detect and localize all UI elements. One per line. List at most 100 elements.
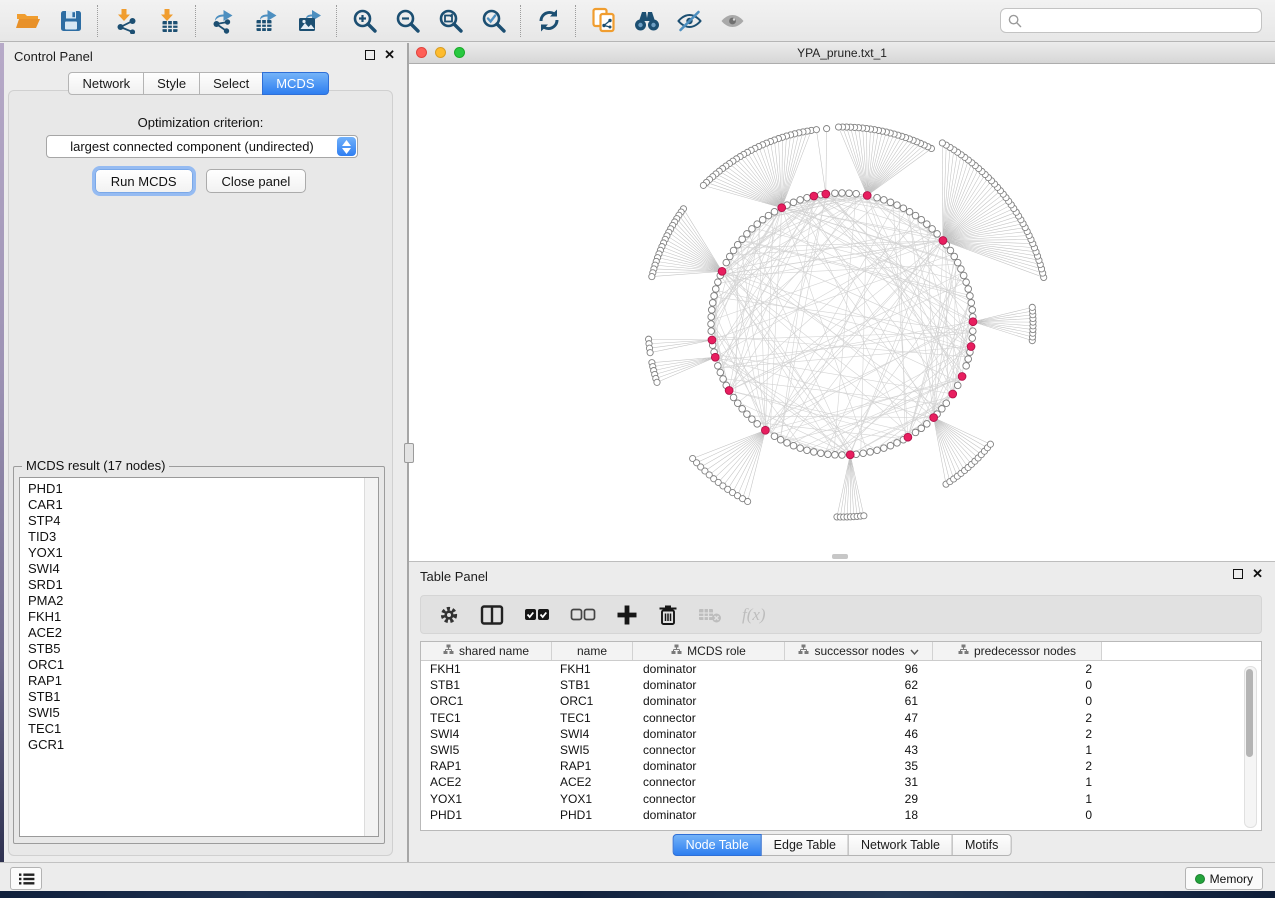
hide-selected-button[interactable] <box>668 3 711 39</box>
leaf-node[interactable] <box>861 513 867 519</box>
network-window-titlebar[interactable]: YPA_prune.txt_1 <box>409 43 1275 64</box>
ring-node[interactable] <box>968 300 975 307</box>
open-file-button[interactable] <box>6 3 49 39</box>
ring-node[interactable] <box>790 199 797 206</box>
ring-node[interactable] <box>960 272 967 279</box>
ring-node[interactable] <box>771 208 778 215</box>
mcds-result-item[interactable]: FKH1 <box>20 609 378 625</box>
column-header-predecessor-nodes[interactable]: predecessor nodes <box>933 642 1102 660</box>
ring-node[interactable] <box>832 190 839 197</box>
ring-node[interactable] <box>797 445 804 452</box>
mcds-result-item[interactable]: TID3 <box>20 529 378 545</box>
ring-node[interactable] <box>874 194 881 201</box>
tab-style[interactable]: Style <box>143 72 200 95</box>
save-session-button[interactable] <box>49 3 92 39</box>
leaf-node[interactable] <box>654 379 660 385</box>
ring-node[interactable] <box>720 376 727 383</box>
table-row[interactable]: RAP1RAP1dominator352 <box>421 758 1261 774</box>
ring-node[interactable] <box>730 394 737 401</box>
table-scrollbar[interactable] <box>1244 666 1257 828</box>
export-image-button[interactable] <box>288 3 331 39</box>
ring-node[interactable] <box>918 425 925 432</box>
ring-node[interactable] <box>963 279 970 286</box>
ring-node[interactable] <box>717 369 724 376</box>
mcds-result-item[interactable]: PHD1 <box>20 481 378 497</box>
ring-node[interactable] <box>712 286 719 293</box>
column-header-shared-name[interactable]: shared name <box>421 642 552 660</box>
ring-node[interactable] <box>726 253 733 260</box>
import-network-button[interactable] <box>104 3 147 39</box>
import-table-button[interactable] <box>147 3 190 39</box>
mcds-result-item[interactable]: PMA2 <box>20 593 378 609</box>
ring-node[interactable] <box>839 190 846 197</box>
ring-node[interactable] <box>846 190 853 197</box>
criterion-select[interactable]: largest connected component (undirected) <box>46 135 358 158</box>
ring-node[interactable] <box>754 421 761 428</box>
ring-node[interactable] <box>969 335 976 342</box>
export-table-button[interactable] <box>245 3 288 39</box>
float-panel-icon[interactable] <box>365 50 375 60</box>
ring-node[interactable] <box>967 293 974 300</box>
tab-edge-table[interactable]: Edge Table <box>761 834 849 856</box>
show-all-button[interactable] <box>711 3 754 39</box>
table-row[interactable]: FKH1FKH1dominator962 <box>421 661 1261 677</box>
table-row[interactable]: ORC1ORC1dominator610 <box>421 693 1261 709</box>
ring-node[interactable] <box>759 216 766 223</box>
ring-node[interactable] <box>929 226 936 233</box>
table-row[interactable]: SWI4SWI4dominator462 <box>421 726 1261 742</box>
ring-node[interactable] <box>839 452 846 459</box>
tab-motifs[interactable]: Motifs <box>952 834 1011 856</box>
ring-node[interactable] <box>939 406 946 413</box>
ring-node[interactable] <box>811 449 818 456</box>
mcds-result-item[interactable]: CAR1 <box>20 497 378 513</box>
leaf-node[interactable] <box>813 127 819 133</box>
mcds-hub-node[interactable] <box>846 451 854 459</box>
table-float-panel-icon[interactable] <box>1233 569 1243 579</box>
leaf-node[interactable] <box>745 498 751 504</box>
tab-network-table[interactable]: Network Table <box>848 834 953 856</box>
ring-node[interactable] <box>797 197 804 204</box>
mcds-hub-node[interactable] <box>939 237 947 245</box>
mcds-hub-node[interactable] <box>930 414 938 422</box>
ring-node[interactable] <box>804 447 811 454</box>
zoom-fit-button[interactable] <box>429 3 472 39</box>
ring-node[interactable] <box>924 221 931 228</box>
ring-node[interactable] <box>887 199 894 206</box>
copy-style-button[interactable] <box>582 3 625 39</box>
run-mcds-button[interactable]: Run MCDS <box>95 169 193 193</box>
mcds-hub-node[interactable] <box>761 426 769 434</box>
ring-node[interactable] <box>744 411 751 418</box>
task-history-button[interactable] <box>10 867 42 890</box>
mcds-hub-node[interactable] <box>904 433 912 441</box>
select-all-button[interactable] <box>524 606 550 624</box>
ring-node[interactable] <box>825 451 832 458</box>
ring-node[interactable] <box>715 279 722 286</box>
mcds-hub-node[interactable] <box>863 192 871 200</box>
delete-row-button[interactable] <box>658 604 678 626</box>
mcds-hub-node[interactable] <box>810 192 818 200</box>
table-row[interactable]: YOX1YOX1connector291 <box>421 791 1261 807</box>
ring-node[interactable] <box>749 416 756 423</box>
column-header-name[interactable]: name <box>552 642 633 660</box>
leaf-node[interactable] <box>987 441 993 447</box>
ring-node[interactable] <box>906 208 913 215</box>
mcds-result-item[interactable]: SRD1 <box>20 577 378 593</box>
search-box[interactable] <box>1000 8 1262 33</box>
leaf-node[interactable] <box>835 124 841 130</box>
search-network-button[interactable] <box>625 3 668 39</box>
ring-node[interactable] <box>924 421 931 428</box>
ring-node[interactable] <box>918 216 925 223</box>
ring-node[interactable] <box>934 231 941 238</box>
ring-node[interactable] <box>784 440 791 447</box>
ring-node[interactable] <box>771 433 778 440</box>
mcds-result-item[interactable]: GCR1 <box>20 737 378 753</box>
ring-node[interactable] <box>951 253 958 260</box>
ring-node[interactable] <box>777 436 784 443</box>
table-scrollbar-thumb[interactable] <box>1246 669 1253 757</box>
mcds-hub-node[interactable] <box>822 190 830 198</box>
mcds-hub-node[interactable] <box>967 343 975 351</box>
search-input[interactable] <box>1027 12 1261 29</box>
mcds-hub-node[interactable] <box>958 373 966 381</box>
ring-node[interactable] <box>881 445 888 452</box>
memory-button[interactable]: Memory <box>1185 867 1263 890</box>
